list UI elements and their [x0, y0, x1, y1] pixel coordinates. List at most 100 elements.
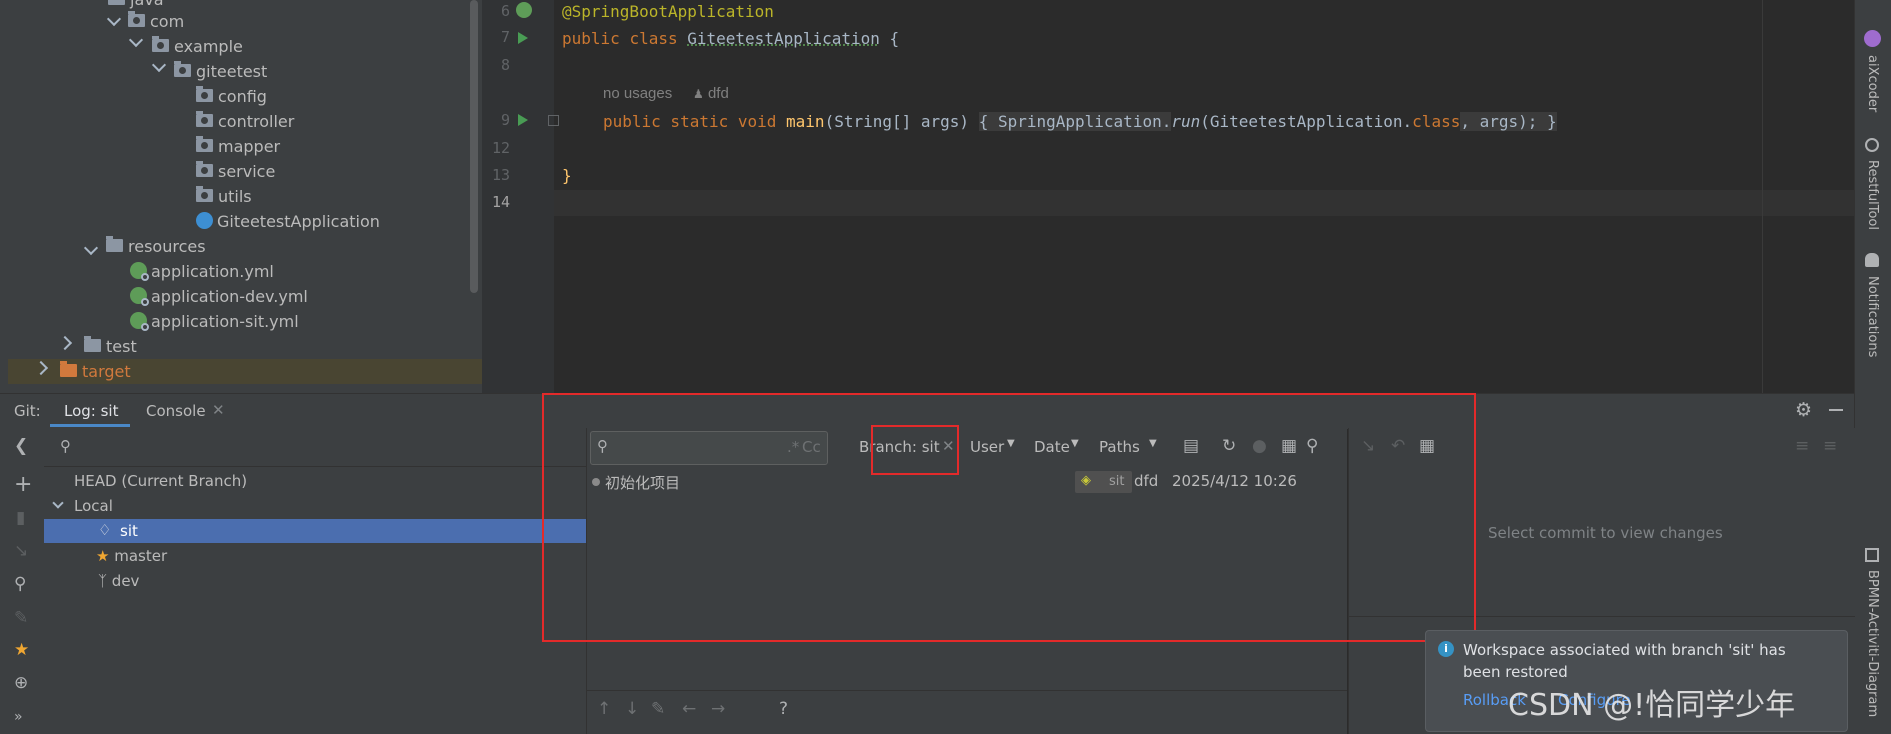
git-label: Git:	[14, 402, 41, 420]
edit-icon[interactable]: ✎	[651, 699, 665, 719]
spring-config-icon	[130, 262, 149, 281]
tree-item-service[interactable]: service	[196, 159, 275, 184]
tree-item-application-dev-yml[interactable]: application-dev.yml	[130, 284, 308, 309]
code-args: (GiteetestApplication.	[1200, 112, 1413, 131]
crosshair-icon[interactable]: ⊕	[14, 673, 28, 693]
tree-item-utils[interactable]: utils	[196, 184, 252, 209]
tree-item-config[interactable]: config	[196, 84, 267, 109]
arrow-left-icon[interactable]: ←	[682, 699, 696, 719]
tree-item-example[interactable]: example	[152, 34, 243, 59]
project-tree: java com example giteetest config contro…	[0, 0, 482, 393]
close-icon[interactable]: ✕	[212, 401, 225, 419]
code-annotation: @SpringBootApplication	[562, 2, 774, 21]
delete-icon[interactable]: ▮	[16, 508, 25, 528]
package-icon	[128, 11, 145, 27]
arrow-up-icon[interactable]: ↑	[597, 699, 611, 719]
tree-item-application-yml[interactable]: application.yml	[130, 259, 274, 284]
code-class-name: GiteetestApplication	[687, 29, 880, 48]
search-icon[interactable]: ⚲	[14, 574, 26, 594]
help-icon[interactable]: ?	[779, 699, 788, 719]
branches-panel: ⚲ HEAD (Current Branch) Local ♢ sit ★ ma…	[44, 428, 587, 734]
update-icon[interactable]: ↘	[14, 541, 28, 561]
arrow-right-icon[interactable]: →	[711, 699, 725, 719]
code-keyword: public static void	[603, 112, 777, 131]
editor-gutter: 6 7 8 9 12 13 14	[482, 0, 559, 393]
tree-item-giteetestapplication[interactable]: GiteetestApplication	[196, 209, 380, 234]
add-icon[interactable]: +	[14, 474, 32, 496]
tab-log-sit[interactable]: Log: sit	[64, 402, 118, 420]
bpmn-icon[interactable]	[1865, 548, 1879, 562]
chevron-right-icon[interactable]	[57, 335, 73, 351]
code-folded-body: { SpringApplication.	[978, 112, 1172, 131]
aixcoder-tab[interactable]: aiXcoder	[1865, 55, 1880, 112]
code-keyword: class	[629, 29, 678, 48]
git-left-toolbar: ❮ + ▮ ↘ ⚲ ✎ ★ ⊕ »	[0, 428, 45, 734]
user-icon: ♟	[693, 87, 704, 101]
bpmn-tab[interactable]: BPMN-Activiti-Diagram	[1865, 570, 1880, 717]
spring-config-icon	[130, 312, 149, 331]
tree-item-controller[interactable]: controller	[196, 109, 294, 134]
spring-bean-icon[interactable]	[516, 2, 532, 18]
branch-item-sit[interactable]: ♢ sit	[44, 519, 586, 543]
more-icon[interactable]: »	[14, 707, 23, 727]
code-line-13[interactable]: }	[562, 166, 572, 185]
tree-item-target[interactable]: target	[60, 359, 131, 384]
branch-label: master	[114, 547, 168, 565]
branch-head[interactable]: HEAD (Current Branch)	[74, 469, 247, 493]
code-method-name: main	[786, 112, 825, 131]
chevron-down-icon[interactable]	[106, 11, 122, 27]
chevron-down-icon[interactable]	[83, 240, 99, 256]
branch-label: dev	[111, 572, 140, 590]
right-margin-guide	[1762, 0, 1763, 393]
edit-icon[interactable]: ✎	[14, 608, 28, 628]
info-icon: i	[1438, 641, 1454, 657]
active-tab-indicator	[50, 424, 130, 427]
package-icon	[196, 161, 213, 177]
tree-item-resources[interactable]: resources	[106, 234, 206, 259]
branch-search-input[interactable]: ⚲	[44, 428, 586, 467]
gear-icon[interactable]: ⚙	[1795, 399, 1812, 421]
tree-item-test[interactable]: test	[84, 334, 137, 359]
code-line-6[interactable]: @SpringBootApplication	[562, 2, 774, 21]
code-line-9[interactable]: public static void main(String[] args) {…	[603, 112, 1557, 131]
tree-item-giteetest[interactable]: giteetest	[174, 59, 267, 84]
author-hint[interactable]: ♟ dfd	[693, 85, 729, 102]
run-icon[interactable]	[518, 32, 528, 44]
folder-icon	[84, 336, 101, 352]
chevron-down-icon[interactable]	[52, 497, 64, 509]
line-number: 14	[491, 193, 510, 211]
branch-item-dev[interactable]: ᛉ dev	[98, 569, 139, 593]
restfultool-tab[interactable]: RestfulTool	[1865, 160, 1880, 230]
chevron-down-icon[interactable]	[151, 57, 167, 73]
tab-console[interactable]: Console	[146, 402, 206, 420]
aixcoder-icon[interactable]	[1864, 30, 1881, 47]
branch-item-master[interactable]: ★ master	[96, 544, 167, 568]
tree-item-application-sit-yml[interactable]: application-sit.yml	[130, 309, 299, 334]
branch-local-group[interactable]: Local	[74, 494, 113, 518]
code-line-7[interactable]: public class GiteetestApplication {	[562, 29, 899, 48]
expand-all-icon[interactable]: ≡	[1795, 436, 1809, 456]
fold-icon[interactable]	[548, 115, 559, 126]
line-number: 8	[500, 56, 510, 74]
code-keyword: public	[562, 29, 620, 48]
star-icon[interactable]: ★	[14, 640, 29, 660]
chevron-down-icon[interactable]	[128, 32, 144, 48]
usages-hint[interactable]: no usages	[603, 85, 672, 102]
tree-scrollbar[interactable]	[470, 0, 478, 293]
line-number: 9	[500, 111, 510, 129]
author-hint-text: dfd	[707, 85, 729, 102]
minimize-icon[interactable]	[1829, 409, 1843, 411]
search-icon: ⚲	[60, 437, 71, 455]
arrow-down-icon[interactable]: ↓	[625, 699, 639, 719]
code-punct: {	[879, 29, 900, 48]
run-icon[interactable]	[518, 114, 528, 126]
collapse-all-icon[interactable]: ≡	[1823, 436, 1837, 456]
bell-icon[interactable]	[1865, 253, 1879, 267]
tree-item-mapper[interactable]: mapper	[196, 134, 280, 159]
tree-item-com[interactable]: com	[128, 9, 184, 34]
current-line-highlight	[554, 190, 1854, 216]
restful-globe-icon[interactable]	[1865, 138, 1879, 152]
changes-placeholder: Select commit to view changes	[1488, 524, 1723, 542]
back-icon[interactable]: ❮	[14, 436, 28, 456]
notifications-tab[interactable]: Notifications	[1865, 276, 1880, 357]
